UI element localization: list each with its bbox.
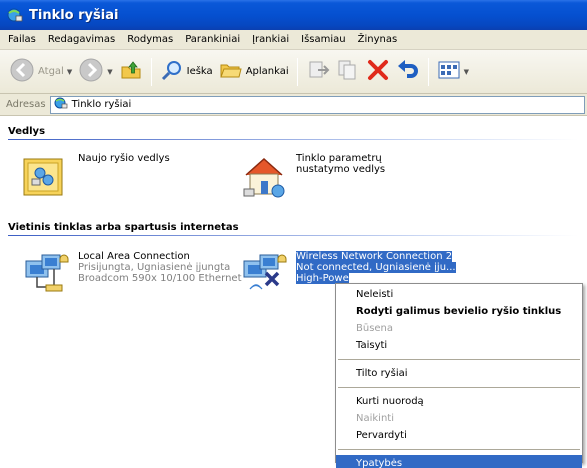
ctx-view-wireless-networks[interactable]: Rodyti galimus bevielio ryšio tinklus xyxy=(336,303,582,320)
menu-file[interactable]: Failas xyxy=(2,30,42,50)
context-menu: Neleisti Rodyti galimus bevielio ryšio t… xyxy=(335,283,583,468)
new-connection-wizard-icon xyxy=(22,153,72,201)
menu-separator xyxy=(338,359,580,360)
network-connections-icon xyxy=(54,96,68,113)
menu-help[interactable]: Žinynas xyxy=(352,30,404,50)
group-header-wizards: Vedlys xyxy=(8,125,578,140)
ctx-delete: Naikinti xyxy=(356,413,394,424)
views-button[interactable]: ▼ xyxy=(434,55,472,89)
undo-arrow-icon xyxy=(396,58,420,85)
forward-button[interactable]: ▼ xyxy=(75,55,115,89)
tile-home-network-wizard[interactable]: Tinklo parametrų nustatymo vedlys xyxy=(240,153,406,201)
address-input[interactable]: Tinklo ryšiai xyxy=(49,95,585,114)
up-folder-button[interactable] xyxy=(116,55,146,89)
tile-status: Not connected, Ugniasienė įju... xyxy=(296,262,456,273)
menu-advanced[interactable]: Išsamiau xyxy=(295,30,351,50)
window-title: Tinklo ryšiai xyxy=(29,7,119,23)
ctx-properties[interactable]: Ypatybės xyxy=(336,455,582,468)
tile-label: Local Area Connection Prisijungta, Ugnia… xyxy=(78,251,242,299)
delete-button[interactable] xyxy=(363,55,393,89)
move-to-button[interactable] xyxy=(303,55,333,89)
up-folder-icon xyxy=(119,58,143,85)
menu-edit[interactable]: Redagavimas xyxy=(42,30,121,50)
search-label: Ieška xyxy=(186,66,213,77)
ctx-disable[interactable]: Neleisti xyxy=(336,286,582,303)
menu-view[interactable]: Rodymas xyxy=(121,30,179,50)
move-to-folder-icon xyxy=(306,58,330,85)
views-dropdown-icon[interactable]: ▼ xyxy=(464,68,469,76)
ctx-bridge-connections[interactable]: Tilto ryšiai xyxy=(336,365,582,382)
title-bar[interactable]: Tinklo ryšiai xyxy=(0,0,587,30)
group-header-lan: Vietinis tinklas arba spartusis internet… xyxy=(8,221,578,236)
tile-label: Tinklo parametrų nustatymo vedlys xyxy=(296,153,406,201)
ctx-status: Būsena xyxy=(356,323,394,334)
menu-separator xyxy=(338,387,580,388)
search-icon xyxy=(160,58,184,85)
tile-new-connection-wizard[interactable]: Naujo ryšio vedlys xyxy=(22,153,170,201)
tile-label: Naujo ryšio vedlys xyxy=(78,153,170,201)
menu-tools[interactable]: Įrankiai xyxy=(246,30,295,50)
copy-to-button[interactable] xyxy=(333,55,363,89)
tile-device: Broadcom 590x 10/100 Ethernet xyxy=(78,273,242,284)
address-value: Tinklo ryšiai xyxy=(71,99,132,110)
tile-title: Naujo ryšio vedlys xyxy=(78,153,170,164)
network-connections-icon xyxy=(6,6,24,24)
home-network-wizard-icon xyxy=(240,153,290,201)
tile-title: Wireless Network Connection 2 xyxy=(296,251,453,262)
delete-x-icon xyxy=(366,58,390,85)
search-button[interactable]: Ieška xyxy=(157,55,216,89)
toolbar-separator xyxy=(150,57,152,86)
tile-title: Local Area Connection xyxy=(78,251,190,262)
toolbar-separator xyxy=(296,57,298,86)
ctx-rename[interactable]: Pervardyti xyxy=(336,427,582,444)
toolbar-separator xyxy=(427,57,429,86)
forward-dropdown-icon[interactable]: ▼ xyxy=(107,68,112,76)
ctx-create-shortcut[interactable]: Kurti nuorodą xyxy=(336,393,582,410)
tile-status: Prisijungta, Ugniasienė įjungta xyxy=(78,262,231,273)
address-bar: Adresas Tinklo ryšiai xyxy=(0,94,587,116)
tile-local-area-connection[interactable]: Local Area Connection Prisijungta, Ugnia… xyxy=(22,251,242,299)
address-label: Adresas xyxy=(6,99,46,110)
folders-icon xyxy=(219,58,243,85)
wireless-connection-icon xyxy=(240,251,290,299)
folders-button[interactable]: Aplankai xyxy=(216,55,292,89)
back-dropdown-icon[interactable]: ▼ xyxy=(67,68,72,76)
back-arrow-icon xyxy=(9,57,35,86)
forward-arrow-icon xyxy=(78,57,104,86)
views-grid-icon xyxy=(437,58,461,85)
copy-to-folder-icon xyxy=(336,58,360,85)
menu-favorites[interactable]: Parankiniai xyxy=(179,30,246,50)
back-button[interactable]: Atgal ▼ xyxy=(6,55,75,89)
menu-bar: Failas Redagavimas Rodymas Parankiniai Į… xyxy=(0,30,587,50)
ctx-repair[interactable]: Taisyti xyxy=(336,337,582,354)
menu-separator xyxy=(338,449,580,450)
lan-connection-icon xyxy=(22,251,72,299)
tile-title: Tinklo parametrų nustatymo vedlys xyxy=(296,153,386,175)
undo-button[interactable] xyxy=(393,55,423,89)
back-label: Atgal xyxy=(38,66,64,77)
folders-label: Aplankai xyxy=(245,66,289,77)
toolbar: Atgal ▼ ▼ Ieška Aplankai ▼ xyxy=(0,50,587,94)
